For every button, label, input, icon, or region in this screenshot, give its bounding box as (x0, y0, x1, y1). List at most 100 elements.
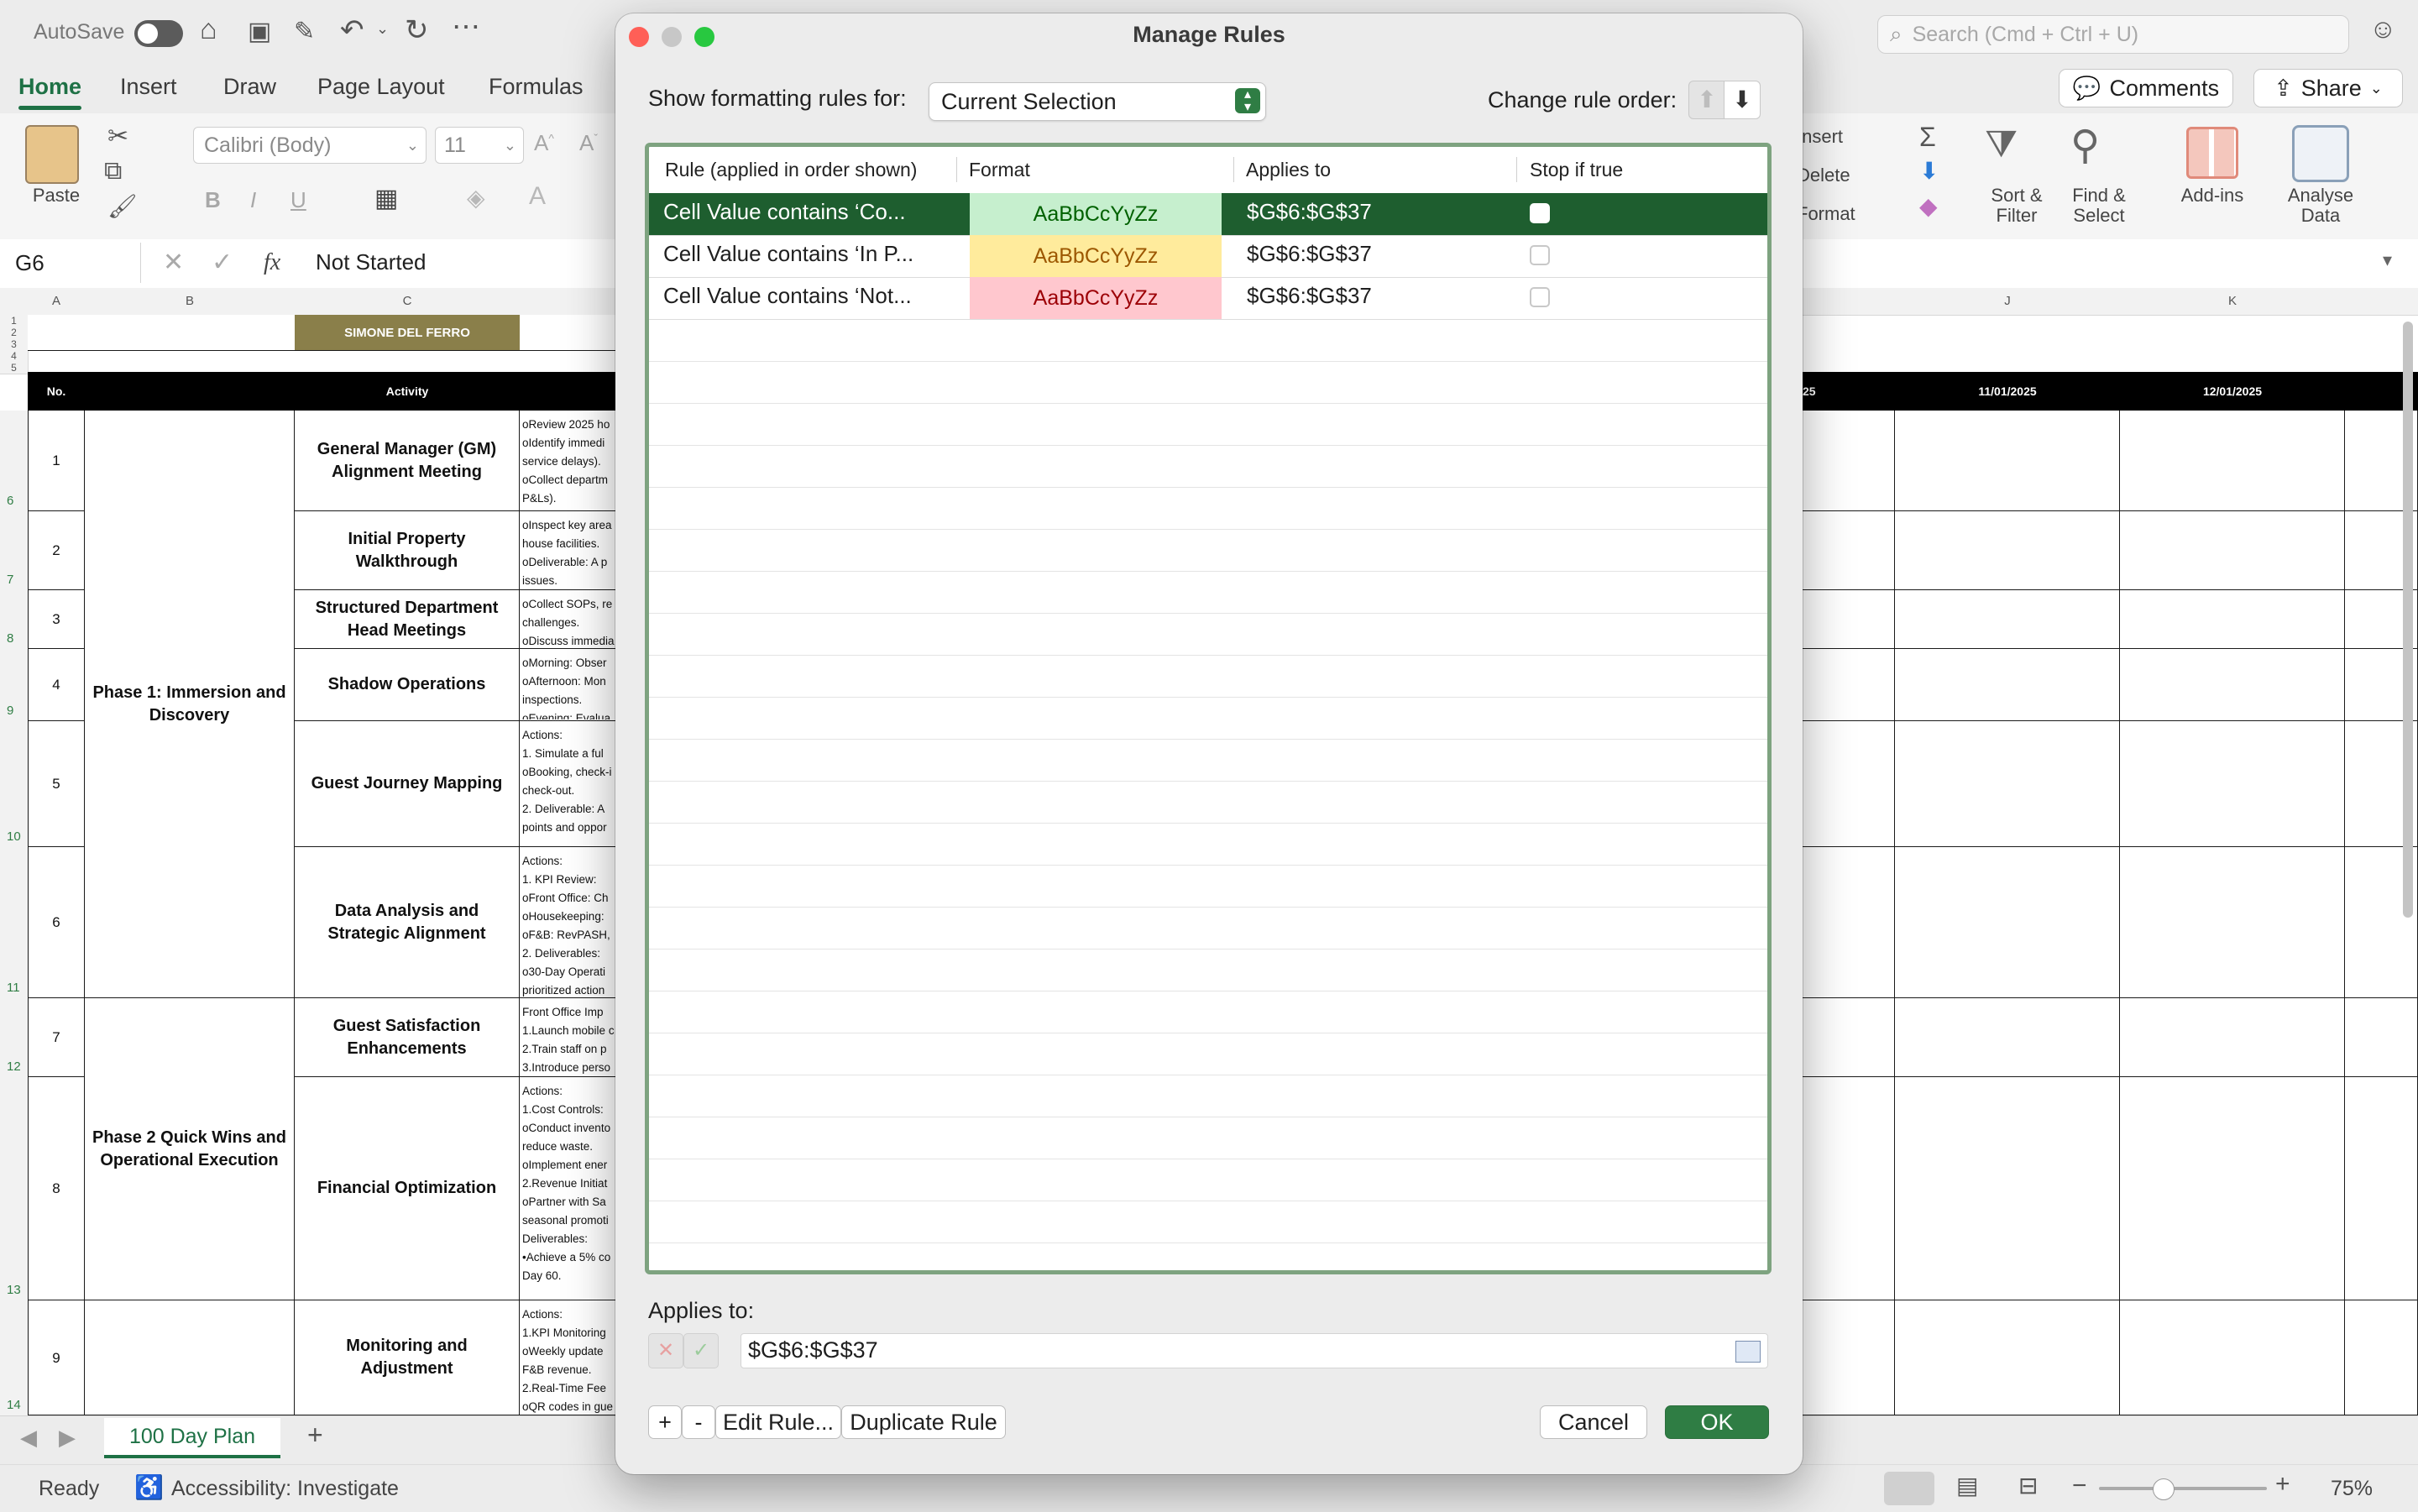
date-cell[interactable] (1895, 590, 2120, 649)
move-rule-up-button[interactable]: ⬆ (1688, 81, 1725, 119)
account-icon[interactable]: ☺ (2369, 13, 2397, 44)
row-header[interactable]: 13 (0, 1077, 29, 1301)
date-cell[interactable] (2120, 1077, 2345, 1300)
row-header[interactable]: 11 (0, 847, 29, 999)
add-ins-icon[interactable] (2186, 127, 2238, 179)
more-icon[interactable]: ⋯ (452, 10, 480, 44)
row-header[interactable]: 14 (0, 1300, 29, 1415)
row-header[interactable]: 7 (0, 511, 29, 591)
page-break-view-icon[interactable]: ⊟ (2018, 1472, 2038, 1499)
show-rules-select[interactable]: Current Selection ▴ ▾ (929, 82, 1266, 121)
previous-sheet-icon[interactable]: ◀ (20, 1425, 37, 1451)
zoom-slider-thumb[interactable] (2153, 1478, 2175, 1500)
row-header[interactable]: 2 (0, 327, 29, 339)
analyse-data-label[interactable]: Analyse Data (2280, 186, 2361, 226)
cancel-button[interactable]: Cancel (1540, 1405, 1647, 1439)
sheet-tab-100-day-plan[interactable]: 100 Day Plan (104, 1418, 280, 1458)
date-cell[interactable] (1895, 847, 2120, 998)
activity-number-cell[interactable]: 6 (28, 847, 85, 998)
activity-number-cell[interactable]: 2 (28, 511, 85, 590)
copy-icon[interactable]: ⧉ (104, 157, 122, 186)
date-cell[interactable] (2345, 1300, 2418, 1415)
activity-number-cell[interactable]: 7 (28, 998, 85, 1077)
row-header[interactable]: 3 (0, 338, 29, 351)
zoom-in-button[interactable]: + (2275, 1470, 2290, 1499)
font-color-icon[interactable]: A (529, 182, 546, 211)
add-rule-button[interactable]: + (648, 1405, 682, 1439)
tab-formulas[interactable]: Formulas (489, 74, 584, 100)
autosum-icon[interactable]: Σ (1919, 122, 1936, 153)
activity-number-cell[interactable]: 3 (28, 590, 85, 649)
column-header-i[interactable] (1803, 288, 1896, 316)
date-cell[interactable] (2120, 590, 2345, 649)
date-cell[interactable] (1895, 649, 2120, 721)
activity-number-cell[interactable]: 9 (28, 1300, 85, 1415)
header-no[interactable]: No. (28, 372, 85, 411)
stop-if-true-checkbox[interactable] (1530, 287, 1550, 307)
font-size-select[interactable]: 11 ⌄ (435, 127, 524, 164)
column-header-a[interactable]: A (28, 288, 86, 316)
cut-icon[interactable]: ✂ (107, 122, 128, 151)
fx-icon[interactable]: fx (264, 249, 280, 276)
increase-font-icon[interactable]: A^ (534, 130, 554, 156)
row-header[interactable]: 12 (0, 998, 29, 1078)
sort-filter-label[interactable]: Sort & Filter (1978, 186, 2055, 226)
font-name-select[interactable]: Calibri (Body) ⌄ (193, 127, 427, 164)
date-cell[interactable] (1803, 1300, 1895, 1415)
rule-row[interactable]: Cell Value contains ‘Not... AaBbCcYyZz $G$… (649, 277, 1767, 320)
phase-cell[interactable]: Phase 2 Quick Wins and Operational Execu… (85, 998, 295, 1300)
fill-icon[interactable]: ⬇ (1919, 157, 1939, 185)
date-cell[interactable] (2120, 511, 2345, 590)
owner-name-cell[interactable]: SIMONE DEL FERRO (295, 315, 520, 350)
applies-to-input[interactable]: $G$6:$G$37 (741, 1333, 1768, 1368)
bold-button[interactable]: B (205, 187, 221, 213)
activity-name-cell[interactable]: Financial Optimization (295, 1077, 520, 1300)
paste-icon[interactable] (25, 125, 79, 184)
add-ins-label[interactable]: Add-ins (2175, 186, 2250, 206)
collapse-range-icon[interactable] (1735, 1341, 1761, 1363)
row-header[interactable]: 10 (0, 721, 29, 848)
tab-page-layout[interactable]: Page Layout (317, 74, 445, 100)
discard-range-icon[interactable]: ✕ (648, 1333, 683, 1368)
delete-cells-label[interactable]: Delete (1797, 165, 1850, 186)
formula-value[interactable]: Not Started (316, 249, 427, 275)
column-header-rule[interactable]: Rule (applied in order shown) (665, 159, 917, 181)
find-select-label[interactable]: Find & Select (2060, 186, 2138, 226)
date-cell[interactable] (2120, 411, 2345, 511)
name-box[interactable]: G6 (0, 243, 141, 283)
activity-name-cell[interactable]: General Manager (GM) Alignment Meeting (295, 411, 520, 511)
remove-rule-button[interactable]: - (682, 1405, 715, 1439)
accessibility-status[interactable]: Accessibility: Investigate (171, 1477, 399, 1501)
vertical-scrollbar[interactable] (2403, 322, 2413, 918)
column-header-format[interactable]: Format (969, 159, 1030, 181)
activity-name-cell[interactable]: Guest Journey Mapping (295, 721, 520, 847)
date-cell[interactable] (1803, 511, 1895, 590)
header-phase[interactable] (85, 372, 295, 411)
edit-rule-button[interactable]: Edit Rule... (715, 1405, 841, 1439)
add-sheet-button[interactable]: + (307, 1420, 323, 1451)
phase-cell[interactable] (85, 1300, 295, 1415)
column-header-stop-if-true[interactable]: Stop if true (1530, 159, 1623, 181)
tab-draw[interactable]: Draw (223, 74, 276, 100)
date-cell[interactable] (1895, 998, 2120, 1077)
underline-button[interactable]: U (290, 187, 306, 213)
date-cell[interactable] (1803, 847, 1895, 998)
activity-name-cell[interactable]: Data Analysis and Strategic Alignment (295, 847, 520, 998)
row-header[interactable]: 9 (0, 649, 29, 722)
fill-color-icon[interactable]: ◈ (467, 184, 485, 212)
date-cell[interactable] (2120, 649, 2345, 721)
phase-cell[interactable]: Phase 1: Immersion and Discovery (85, 411, 295, 998)
activity-number-cell[interactable]: 5 (28, 721, 85, 847)
autosave-toggle[interactable] (134, 20, 183, 47)
date-cell[interactable] (1803, 998, 1895, 1077)
page-layout-view-icon[interactable]: ▤ (1956, 1472, 1978, 1499)
italic-button[interactable]: I (250, 187, 256, 213)
activity-number-cell[interactable]: 4 (28, 649, 85, 721)
tab-insert[interactable]: Insert (120, 74, 177, 100)
activity-name-cell[interactable]: Initial Property Walkthrough (295, 511, 520, 590)
date-cell[interactable] (2120, 847, 2345, 998)
date-cell[interactable] (1895, 1300, 2120, 1415)
borders-icon[interactable]: ▦ (374, 184, 398, 213)
cancel-formula-icon[interactable]: ✕ (163, 248, 184, 277)
clear-icon[interactable]: ◆ (1919, 192, 1938, 220)
